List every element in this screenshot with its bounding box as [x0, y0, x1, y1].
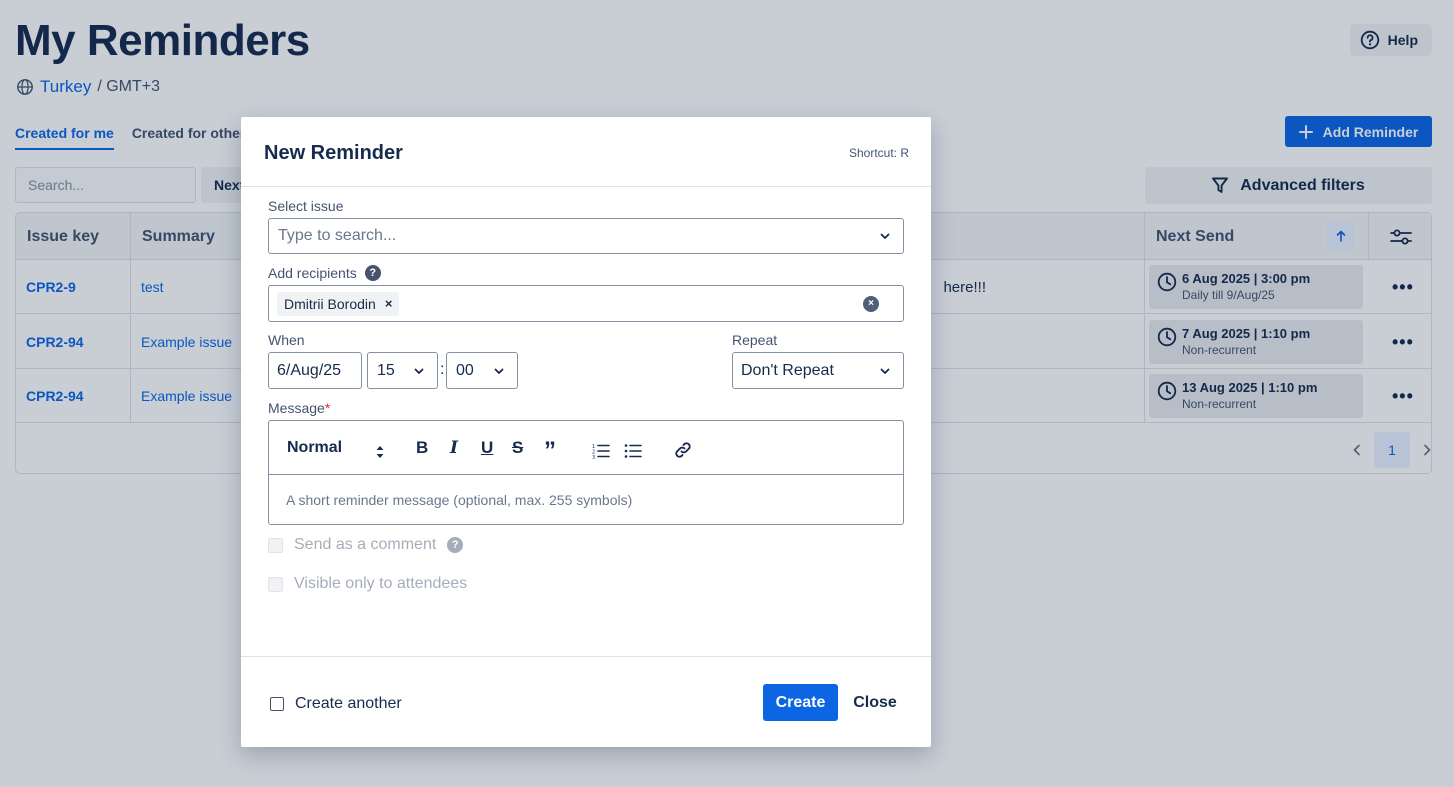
remove-recipient-icon[interactable]: × — [385, 296, 393, 311]
svg-text:3: 3 — [592, 455, 595, 461]
visible-only-label: Visible only to attendees — [294, 575, 468, 592]
text-style-value: Normal — [287, 439, 343, 456]
chevron-down-icon — [880, 233, 890, 239]
date-input[interactable]: 6/Aug/25 — [268, 352, 362, 389]
create-another-option[interactable]: Create another — [270, 695, 402, 713]
question-icon[interactable]: ? — [447, 537, 464, 553]
message-label-text: Message — [268, 400, 325, 416]
editor-toolbar: Normal B I U S ” 123 — [269, 421, 903, 475]
message-editor[interactable]: Normal B I U S ” 123 A short reminder me… — [268, 420, 904, 525]
when-label: When — [268, 332, 305, 348]
send-as-comment-checkbox[interactable] — [268, 537, 283, 553]
repeat-select[interactable]: Don't Repeat — [732, 352, 904, 389]
required-mark: * — [324, 400, 331, 416]
clear-icon[interactable]: × — [863, 295, 879, 312]
italic-icon[interactable]: I — [450, 437, 458, 459]
visible-only-option: Visible only to attendees — [268, 575, 467, 593]
underline-icon[interactable]: U — [481, 437, 493, 459]
question-icon[interactable]: ? — [364, 265, 381, 281]
quote-icon[interactable]: ” — [544, 437, 556, 464]
send-as-comment-label: Send as a comment — [294, 536, 437, 553]
create-another-label: Create another — [295, 695, 402, 712]
minute-select[interactable]: 00 — [446, 352, 518, 389]
dialog-footer: Create another Create Close — [241, 656, 931, 747]
dialog-title: New Reminder — [264, 142, 403, 164]
visible-only-checkbox[interactable] — [268, 576, 283, 592]
minute-value: 00 — [456, 361, 474, 379]
bold-icon[interactable]: B — [416, 437, 428, 459]
bullet-list-icon[interactable] — [624, 440, 642, 462]
recipient-chip: Dmitrii Borodin × — [277, 291, 400, 316]
close-button[interactable]: Close — [845, 684, 905, 721]
recipient-name: Dmitrii Borodin — [284, 295, 376, 312]
select-issue-input[interactable]: Type to search... — [268, 218, 904, 254]
add-recipients-label-row: Add recipients ? — [268, 265, 381, 281]
time-separator: : — [440, 361, 445, 378]
text-style-select[interactable]: Normal — [287, 437, 342, 459]
link-icon[interactable] — [674, 439, 692, 461]
chevron-down-icon — [414, 368, 424, 374]
chevron-down-icon — [880, 368, 890, 374]
message-placeholder: A short reminder message (optional, max.… — [286, 492, 633, 508]
select-issue-label: Select issue — [268, 198, 344, 214]
dialog-header: New Reminder Shortcut: R — [241, 117, 931, 187]
create-another-checkbox[interactable] — [270, 697, 284, 711]
hour-select[interactable]: 15 — [367, 352, 438, 389]
chevron-down-icon — [494, 368, 504, 374]
repeat-label: Repeat — [732, 332, 778, 348]
up-down-icon — [376, 446, 384, 458]
strikethrough-icon[interactable]: S — [512, 437, 523, 459]
shortcut-hint: Shortcut: R — [848, 146, 909, 160]
hour-value: 15 — [377, 361, 395, 379]
new-reminder-dialog: New Reminder Shortcut: R Select issue Ty… — [241, 117, 931, 747]
message-label: Message* — [268, 400, 330, 416]
add-recipients-label: Add recipients — [268, 265, 357, 281]
create-button[interactable]: Create — [763, 684, 838, 721]
recipients-input[interactable]: Dmitrii Borodin × × — [268, 285, 904, 322]
send-as-comment-option: Send as a comment ? — [268, 536, 464, 554]
repeat-value: Don't Repeat — [741, 361, 834, 379]
select-issue-placeholder: Type to search... — [278, 227, 397, 244]
ordered-list-icon[interactable]: 123 — [592, 440, 610, 462]
